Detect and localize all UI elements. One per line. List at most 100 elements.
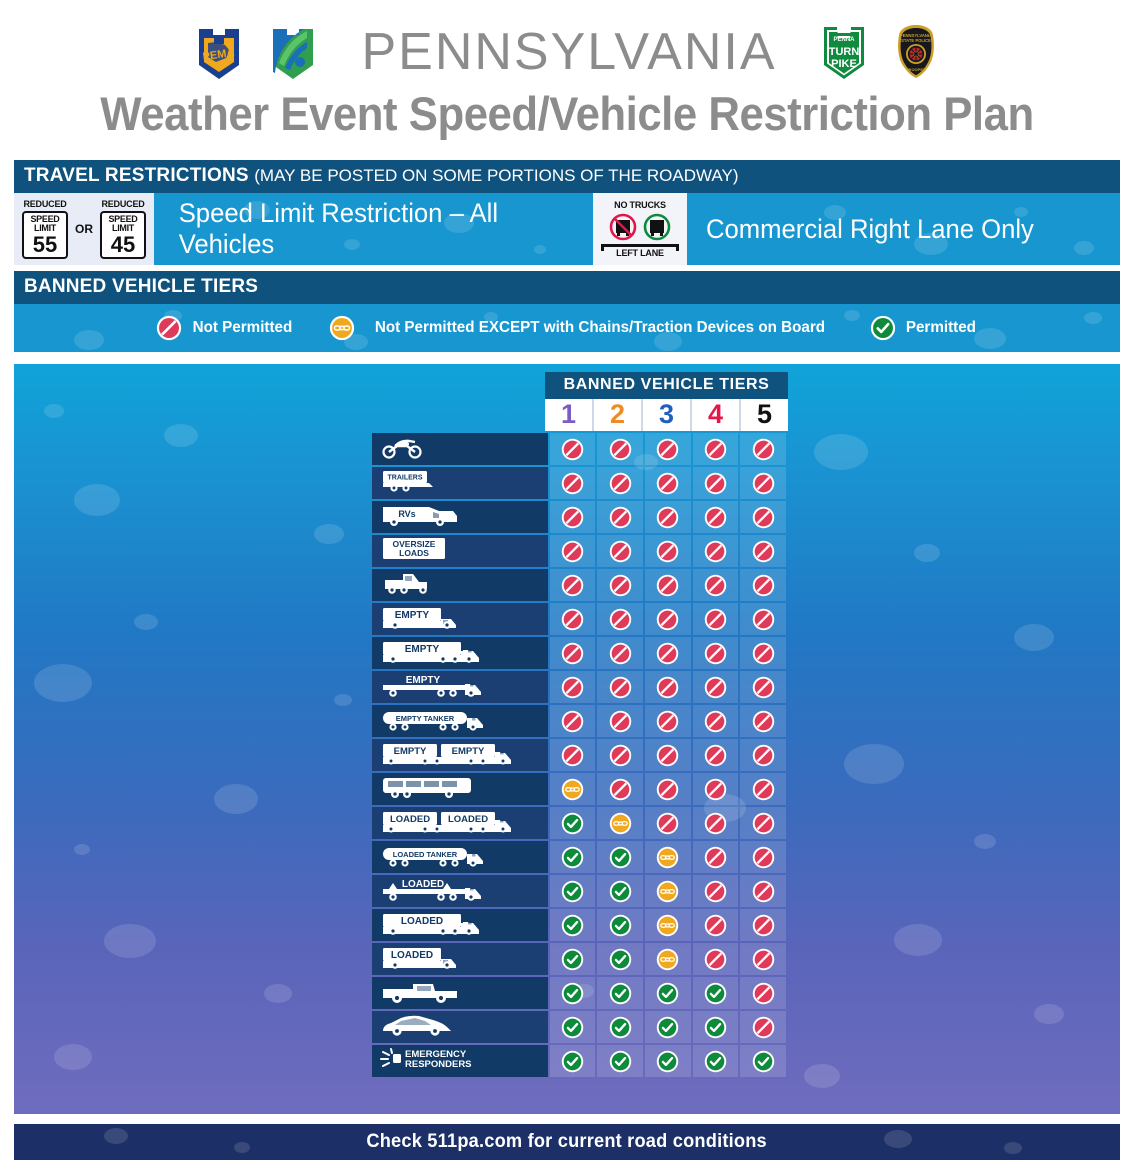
permitted-icon [609, 948, 631, 970]
turnpike-penna-text: PENNA [833, 37, 855, 43]
svg-text:LOADS: LOADS [399, 548, 429, 558]
status-cell-tier-3 [644, 909, 691, 941]
status-cell-tier-2 [597, 773, 643, 805]
not-permitted-icon [752, 710, 774, 732]
table-row: OVERSIZE LOADS [372, 535, 786, 567]
vehicle-label-cell [372, 977, 548, 1009]
permitted-icon [704, 982, 727, 1004]
matrix-header-title: BANNED VEHICLE TIERS [545, 372, 788, 399]
not-permitted-icon [657, 438, 679, 460]
banned-vehicle-matrix-area: BANNED VEHICLE TIERS 1 2 3 4 5 TRAILERS R… [14, 364, 1120, 1114]
table-row: EMPTY [372, 603, 786, 635]
vehicle-label-cell: LOADED LOADED [372, 807, 548, 839]
table-row [372, 569, 786, 601]
vehicle-label-cell: EMPTY [372, 603, 548, 635]
status-cell-tier-5 [740, 705, 786, 737]
pa-state-police-badge-logo: PENNSYLVANIA STATE POLICE TROOPER [897, 25, 934, 78]
status-cell-tier-3 [644, 569, 691, 601]
travel-restrictions-body: REDUCED SPEED LIMIT 55 OR REDUCED SPEED … [14, 193, 1120, 265]
pickup-truck-icon [383, 984, 457, 1003]
state-title: PENNSYLVANIA [361, 23, 777, 81]
status-cell-tier-4 [692, 705, 739, 737]
pema-keystone-logo: PEMA [199, 29, 240, 79]
vehicle-label-cell: LOADED [372, 875, 548, 907]
table-row [372, 433, 786, 465]
empty-flatbed-icon: EMPTY [383, 675, 481, 697]
status-cell-tier-2 [597, 875, 643, 907]
status-cell-tier-5 [740, 977, 786, 1009]
not-permitted-icon [704, 812, 727, 834]
vehicle-label-cell: LOADED TANKER [372, 841, 548, 873]
permitted-icon [561, 1016, 584, 1038]
status-cell-tier-1 [549, 943, 596, 975]
permitted-icon [609, 846, 631, 868]
logo-row: PEMA PENNSYLVANIA PENNA TURN PIKE PENNSY… [0, 0, 1134, 84]
status-cell-tier-1 [549, 433, 596, 465]
not-permitted-icon [561, 744, 584, 766]
bus-icon [383, 778, 471, 798]
page-header: PEMA PENNSYLVANIA PENNA TURN PIKE PENNSY… [0, 0, 1134, 160]
status-cell-tier-1 [549, 841, 596, 873]
vehicle-label-cell: LOADED [372, 909, 548, 941]
empty-box-truck-icon: EMPTY [383, 608, 456, 629]
not-permitted-icon [657, 540, 679, 562]
svg-text:EMPTY: EMPTY [405, 644, 440, 655]
status-cell-tier-1 [549, 977, 596, 1009]
empty-doubles-icon: EMPTY EMPTY [383, 744, 511, 765]
status-cell-tier-2 [597, 943, 643, 975]
not-permitted-icon [704, 472, 727, 494]
passenger-car-icon [383, 1015, 451, 1036]
status-cell-tier-4 [692, 637, 739, 669]
loaded-flatbed-icon: LOADED [383, 879, 481, 901]
permitted-icon [752, 1050, 774, 1072]
status-cell-tier-5 [740, 841, 786, 873]
not-permitted-icon [609, 472, 631, 494]
permitted-icon [657, 1016, 679, 1038]
status-cell-tier-4 [692, 875, 739, 907]
vehicle-label-cell [372, 773, 548, 805]
status-cell-tier-1 [549, 773, 596, 805]
not-permitted-icon [657, 506, 679, 528]
vehicle-label-cell [372, 569, 548, 601]
travel-restrictions-subtitle: (MAY BE POSTED ON SOME PORTIONS OF THE R… [254, 166, 739, 185]
status-cell-tier-4 [692, 569, 739, 601]
table-row: EMPTY [372, 637, 786, 669]
not-permitted-icon [561, 642, 584, 664]
status-cell-tier-3 [644, 705, 691, 737]
status-cell-tier-5 [740, 909, 786, 941]
status-cell-tier-1 [549, 1045, 596, 1077]
status-cell-tier-3 [644, 807, 691, 839]
status-cell-tier-2 [597, 603, 643, 635]
svg-text:LOADED: LOADED [391, 950, 433, 961]
not-permitted-icon [704, 608, 727, 630]
turnpike-pike-text: PIKE [831, 58, 857, 70]
status-cell-tier-4 [692, 603, 739, 635]
penndot-keystone-logo [273, 29, 314, 79]
status-cell-tier-5 [740, 433, 786, 465]
not-permitted-icon [752, 1016, 774, 1038]
status-cell-tier-1 [549, 1011, 596, 1043]
table-row [372, 1011, 786, 1043]
not-permitted-icon [752, 744, 774, 766]
status-cell-tier-3 [644, 977, 691, 1009]
status-cell-tier-3 [644, 501, 691, 533]
chains-required-icon [657, 846, 679, 868]
matrix-grid: BANNED VEHICLE TIERS 1 2 3 4 5 TRAILERS R… [370, 372, 788, 1079]
speed-restriction-text: Speed Limit Restriction – All Vehicles [178, 198, 499, 259]
permitted-icon [561, 982, 584, 1004]
trailer-icon: TRAILERS [383, 471, 433, 492]
permitted-icon [871, 315, 896, 341]
tier-number-5: 5 [756, 399, 773, 429]
chains-required-icon [657, 914, 679, 936]
svg-text:LOADED TANKER: LOADED TANKER [393, 850, 458, 859]
permitted-icon [561, 1050, 584, 1072]
vehicle-label-cell: EMPTY [372, 637, 548, 669]
svg-text:EMPTY: EMPTY [395, 610, 430, 621]
svg-text:TROOPER: TROOPER [906, 67, 926, 72]
status-cell-tier-2 [597, 569, 643, 601]
tier-number-2: 2 [594, 399, 643, 431]
status-cell-tier-5 [740, 1011, 786, 1043]
status-cell-tier-3 [644, 943, 691, 975]
not-permitted-icon [752, 676, 774, 698]
speed-limit-sign-45: REDUCED SPEED LIMIT 45 [100, 199, 146, 259]
